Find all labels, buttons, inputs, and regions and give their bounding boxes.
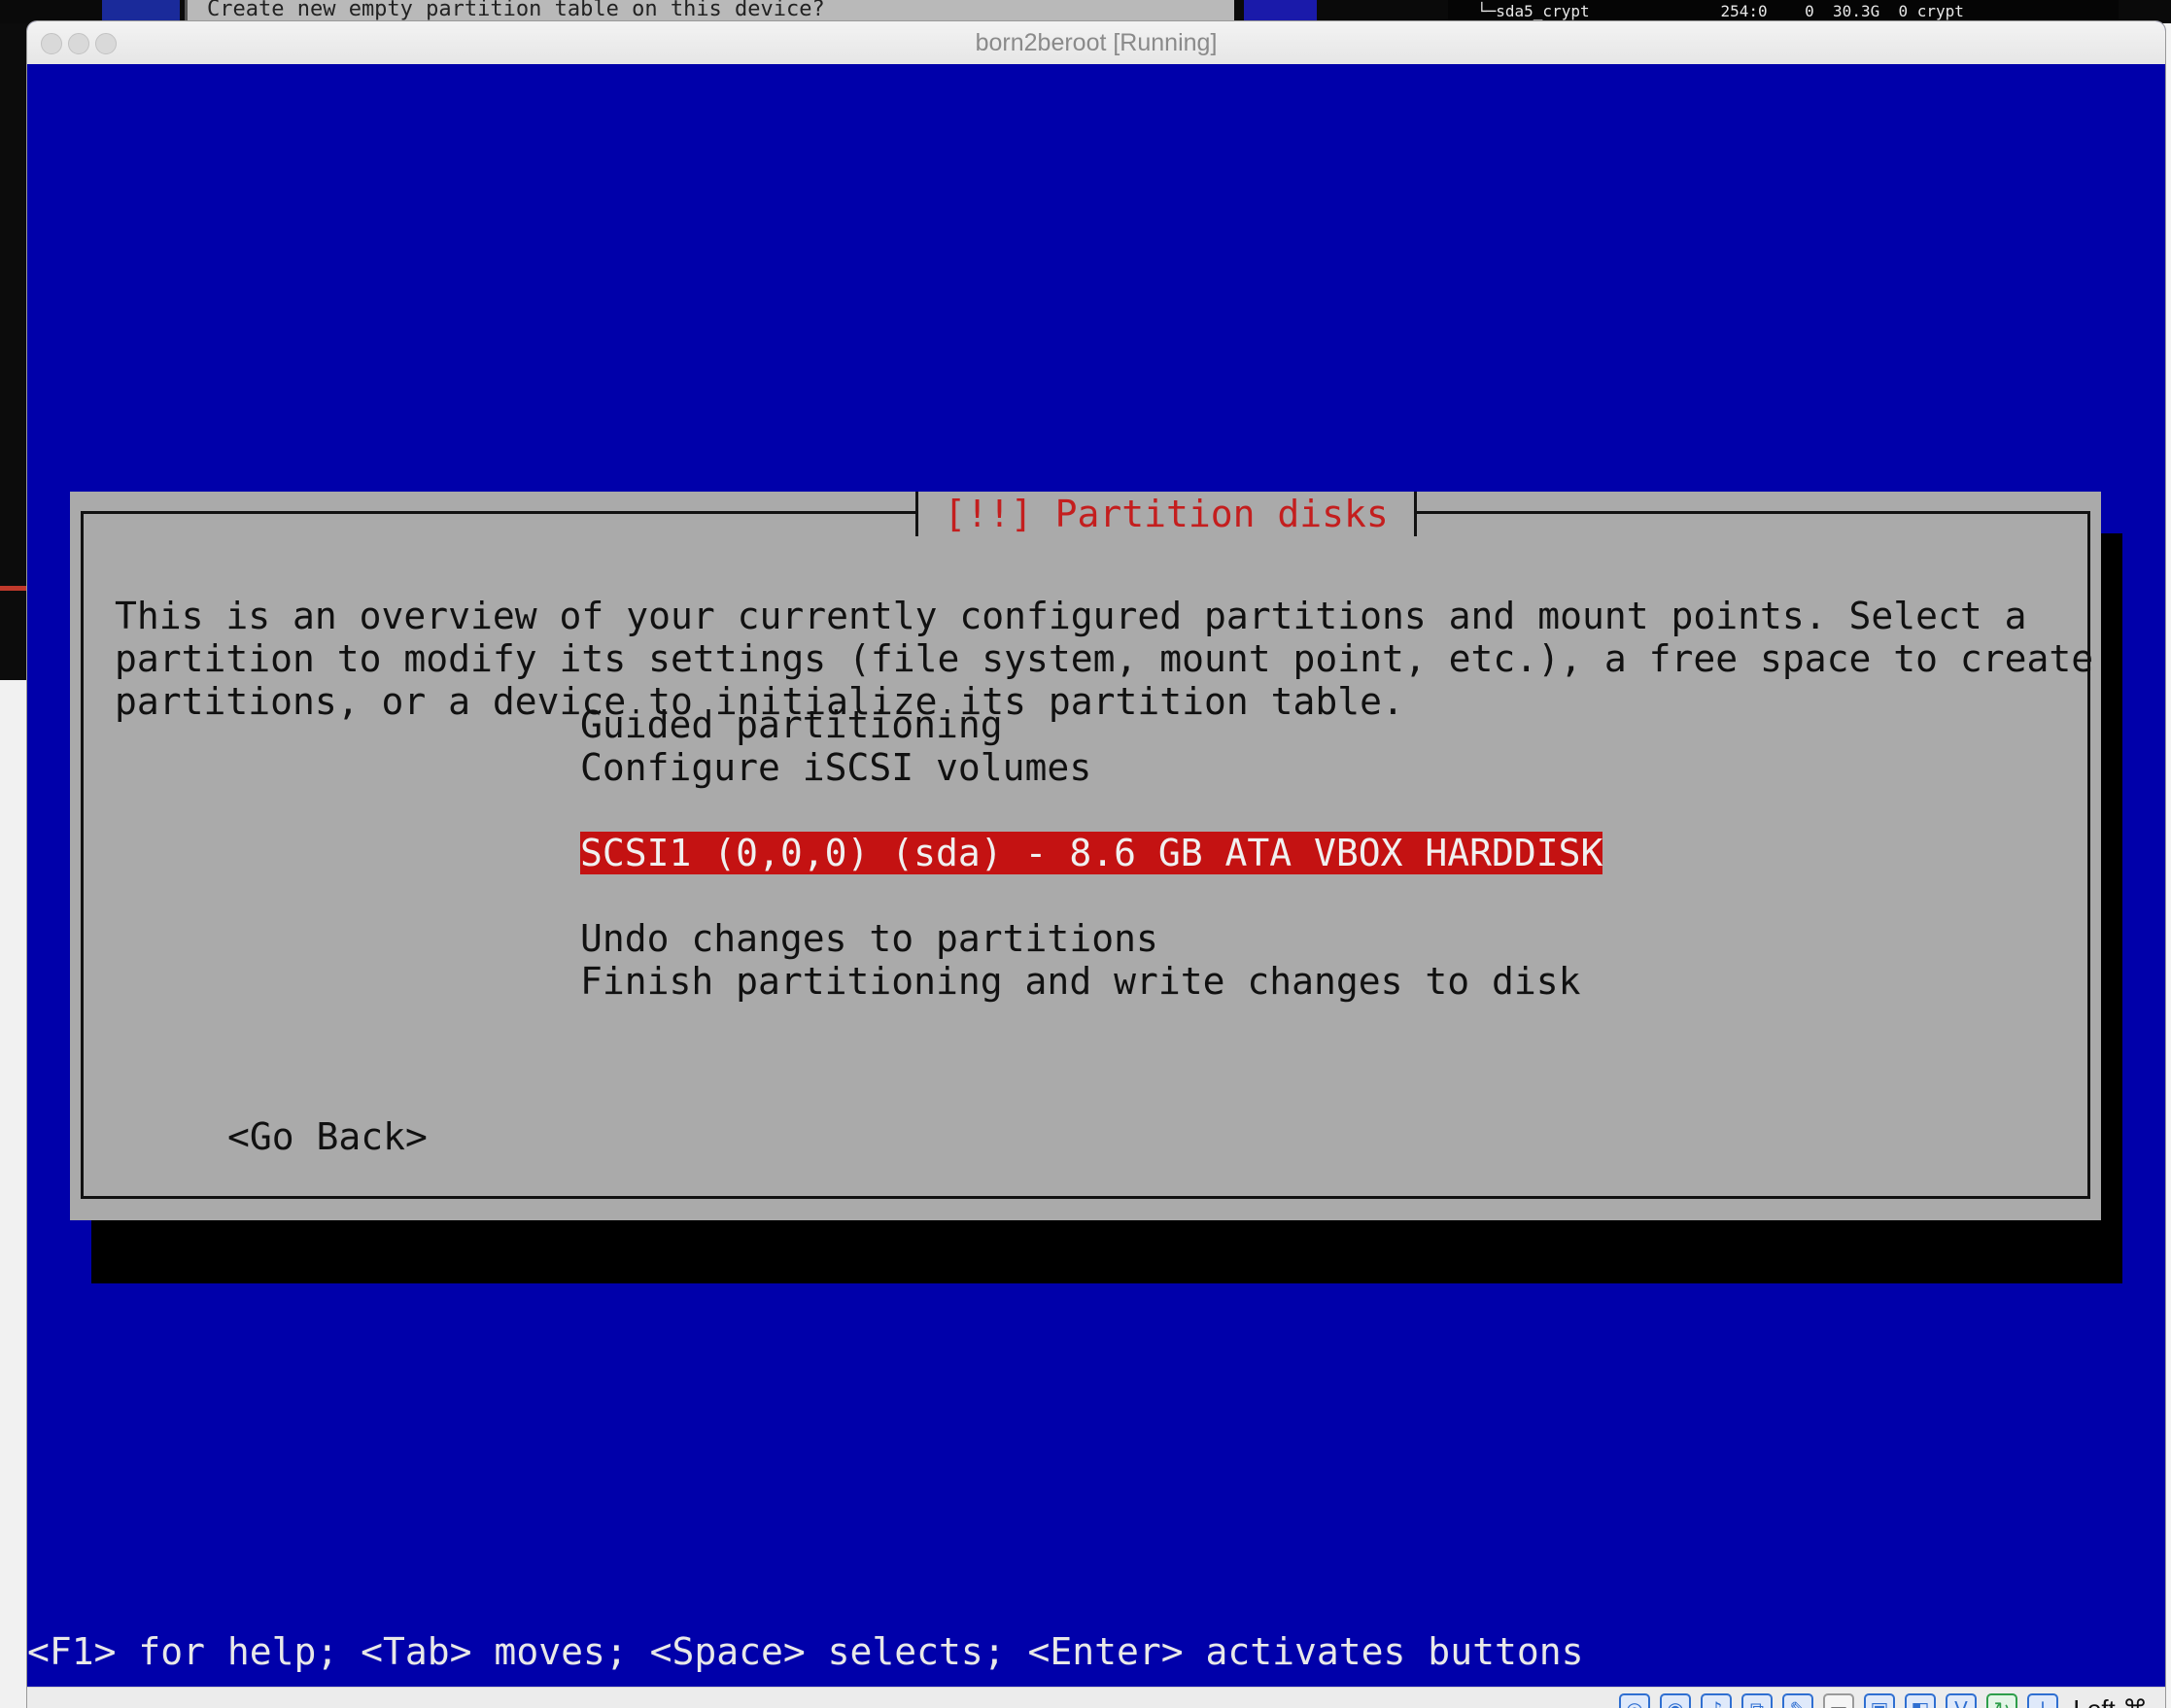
recording-icon[interactable]: ◧: [1905, 1693, 1936, 1708]
download-icon[interactable]: ↓: [2027, 1693, 2058, 1708]
dialog-title: [!!] Partition disks: [915, 492, 1417, 536]
host-key-indicator[interactable]: Left ⌘: [2073, 1688, 2148, 1708]
background-accent-line: [0, 586, 27, 591]
menu-spacer: [580, 789, 1602, 832]
background-window-fragment: [1244, 0, 1317, 23]
vm-status-bar: ◎ ◉ ♪ ⧉ ✎ ▭ ▣ ◧ V ↻ ↓ Left ⌘: [27, 1687, 2165, 1708]
display-icon[interactable]: ▣: [1864, 1693, 1895, 1708]
vm-display[interactable]: [!!] Partition disks This is an overview…: [27, 64, 2165, 1687]
menu-item-label: Configure iSCSI volumes: [580, 746, 1092, 789]
shared-folder-icon[interactable]: ▭: [1823, 1693, 1854, 1708]
menu-spacer: [580, 874, 1602, 917]
background-window-fragment: [102, 0, 180, 23]
menu-item-guided-partitioning[interactable]: Guided partitioning: [580, 703, 1602, 746]
background-terminal: └─sda5_crypt 254:0 0 30.3G 0 crypt: [1448, 0, 2119, 23]
hard-disk-icon[interactable]: ◎: [1619, 1693, 1650, 1708]
menu-item-finish-partitioning[interactable]: Finish partitioning and write changes to…: [580, 960, 1602, 1003]
audio-icon[interactable]: ♪: [1701, 1693, 1732, 1708]
partition-menu: Guided partitioning Configure iSCSI volu…: [580, 703, 1603, 1003]
description-line: This is an overview of your currently co…: [115, 595, 2027, 637]
menu-item-undo-changes[interactable]: Undo changes to partitions: [580, 917, 1602, 960]
help-line: <F1> for help; <Tab> moves; <Space> sele…: [27, 1630, 1584, 1673]
cpu-icon[interactable]: V: [1946, 1693, 1977, 1708]
virtualbox-window: born2beroot [Running] [!!] Partition dis…: [27, 21, 2165, 1708]
menu-item-label: SCSI1 (0,0,0) (sda) - 8.6 GB ATA VBOX HA…: [580, 832, 1603, 874]
go-back-button[interactable]: <Go Back>: [227, 1115, 428, 1158]
background-app-edge: [0, 680, 27, 1708]
window-titlebar[interactable]: born2beroot [Running]: [27, 21, 2165, 65]
partition-disks-dialog: [!!] Partition disks This is an overview…: [70, 492, 2101, 1220]
menu-item-configure-iscsi[interactable]: Configure iSCSI volumes: [580, 746, 1602, 789]
description-line: partition to modify its settings (file s…: [115, 637, 2094, 680]
menu-item-disk-sda[interactable]: SCSI1 (0,0,0) (sda) - 8.6 GB ATA VBOX HA…: [580, 832, 1603, 874]
window-title: born2beroot [Running]: [975, 29, 1218, 56]
usb-icon[interactable]: ✎: [1782, 1693, 1813, 1708]
background-installer-window: Create new empty partition table on this…: [185, 0, 1234, 23]
status-icons: ◎ ◉ ♪ ⧉ ✎ ▭ ▣ ◧ V ↻ ↓: [1619, 1693, 2058, 1708]
network-icon[interactable]: ⧉: [1741, 1693, 1773, 1708]
optical-drive-icon[interactable]: ◉: [1660, 1693, 1691, 1708]
mouse-integration-icon[interactable]: ↻: [1986, 1693, 2017, 1708]
menu-item-label: Undo changes to partitions: [580, 917, 1158, 960]
menu-item-label: Finish partitioning and write changes to…: [580, 960, 1581, 1003]
menu-item-label: Guided partitioning: [580, 703, 1003, 746]
